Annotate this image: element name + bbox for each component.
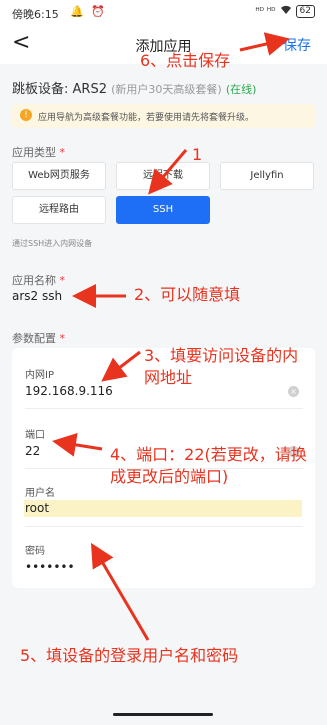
type-option-web[interactable]: Web网页服务 [12,162,106,190]
app-type-label-text: 应用类型 [12,146,56,159]
ip-input[interactable]: 192.168.9.116 [25,384,113,398]
notification-icons: 🔔 ⏰ [70,5,107,18]
divider [25,526,303,527]
port-input[interactable]: 22 [25,444,40,458]
upgrade-tip: ! 应用导航为高级套餐功能，若要使用请先将套餐升级。 [12,104,315,128]
device-info: 跳板设备: ARS2 (新用户30天高级套餐) (在线) [12,78,256,97]
battery-icon: 62 [295,5,315,18]
type-option-jellyfin[interactable]: Jellyfin [220,162,314,190]
home-indicator [113,713,213,716]
params-label: 参数配置 * [12,330,65,346]
signal-icon: ᴴᴰ ᴴᴰ [255,6,276,17]
annotation-3: 3、填要访问设备的内网地址 [144,346,299,387]
port-label: 端口 [25,430,45,441]
app-name-label: 应用名称 * [12,272,65,288]
app-name-label-text: 应用名称 [12,274,56,287]
annotation-5: 5、填设备的登录用户名和密码 [20,646,239,665]
type-option-download[interactable]: 远程下载 [116,162,210,190]
annotation-6: 6、点击保存 [140,51,231,70]
status-bar: 傍晚6:15 🔔 ⏰ ᴴᴰ ᴴᴰ 62 [0,0,327,26]
device-label: 跳板设备: ARS2 [12,82,107,97]
device-status: (在线) [225,83,257,96]
ip-label: 内网IP [25,370,54,381]
type-option-router[interactable]: 远程路由 [12,196,106,224]
tip-text: 应用导航为高级套餐功能，若要使用请先将套餐升级。 [38,113,255,123]
username-highlight [24,500,302,517]
username-input[interactable]: root [25,501,49,515]
required-mark: * [59,146,66,159]
password-label: 密码 [25,546,45,557]
status-right: ᴴᴰ ᴴᴰ 62 [255,5,315,18]
wifi-icon [280,5,292,18]
required-mark: * [59,274,66,287]
app-type-label: 应用类型 * [12,144,65,160]
annotation-2: 2、可以随意填 [134,285,241,304]
warning-icon: ! [20,109,32,121]
device-plan-note: (新用户30天高级套餐) [111,83,222,96]
required-mark: * [59,332,66,345]
annotation-1: 1 [192,145,203,164]
password-input[interactable]: ••••••• [25,560,75,574]
params-label-text: 参数配置 [12,332,56,345]
app-name-input[interactable]: ars2 ssh [12,289,62,303]
divider [25,408,303,409]
annotation-4: 4、端口：22(若更改，请换成更改后的端口) [110,445,307,486]
status-time: 傍晚6:15 [12,8,59,21]
username-label: 用户名 [25,488,55,499]
type-option-ssh[interactable]: SSH [116,196,210,224]
type-hint: 通过SSH进入内网设备 [12,239,93,248]
